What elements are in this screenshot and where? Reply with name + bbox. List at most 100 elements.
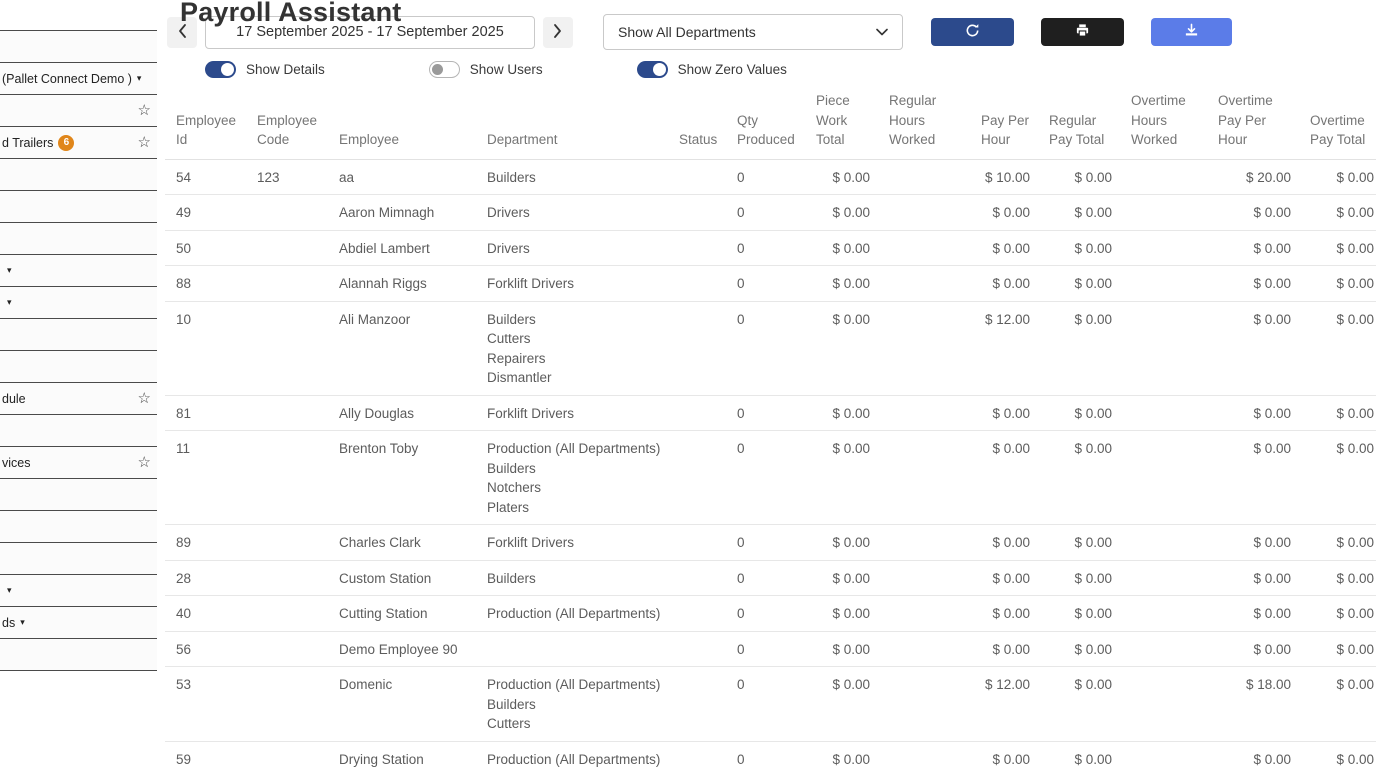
favorite-star-icon[interactable]: ☆ xyxy=(138,135,151,150)
sidebar-item[interactable] xyxy=(0,479,157,511)
cell-qty-produced: 0 xyxy=(726,159,805,195)
cell-qty-produced: 0 xyxy=(726,741,805,769)
sidebar-item[interactable] xyxy=(0,543,157,575)
sidebar-item[interactable]: ds ▾ xyxy=(0,607,157,639)
next-date-button[interactable] xyxy=(543,16,573,48)
cell-employee-id: 59 xyxy=(165,741,246,769)
refresh-icon xyxy=(965,23,980,41)
refresh-button[interactable] xyxy=(931,18,1014,46)
cell-employee-id: 81 xyxy=(165,395,246,431)
cell-regular-hours-worked xyxy=(878,301,970,396)
cell-regular-hours-worked xyxy=(878,741,970,769)
print-button[interactable] xyxy=(1041,18,1124,46)
cell-employee-code xyxy=(246,230,328,266)
cell-regular-hours-worked xyxy=(878,430,970,525)
cell-overtime-pay-per-hour: $ 0.00 xyxy=(1207,595,1299,632)
sidebar-item[interactable] xyxy=(0,191,157,223)
column-header-regular-hours-worked: Regular Hours Worked xyxy=(878,87,970,160)
toggle-label: Show Users xyxy=(469,61,543,77)
cell-regular-pay-total: $ 0.00 xyxy=(1038,666,1120,742)
cell-employee-code xyxy=(246,524,328,561)
cell-pay-per-hour: $ 0.00 xyxy=(970,230,1038,266)
caret-down-icon: ▾ xyxy=(7,265,12,275)
table-row: 11 Brenton Toby Production (All Department… xyxy=(165,430,1376,525)
table-row: 89 Charles Clark Forklift Drivers 0 $ 0.00 $ … xyxy=(165,524,1376,561)
sidebar-item[interactable] xyxy=(0,639,157,671)
department-select-value: Show All Departments xyxy=(618,24,756,40)
cell-departments: Drivers xyxy=(476,194,668,231)
cell-regular-hours-worked xyxy=(878,194,970,231)
cell-overtime-pay-total: $ 0.00 xyxy=(1299,265,1376,302)
cell-employee-id: 40 xyxy=(165,595,246,632)
sidebar-item[interactable]: ▾ xyxy=(0,287,157,319)
toggle-show-details[interactable]: Show Details xyxy=(205,60,325,78)
cell-departments: Forklift Drivers xyxy=(476,395,668,431)
cell-piece-work-total: $ 0.00 xyxy=(805,560,878,596)
cell-status xyxy=(668,395,726,431)
sidebar-item[interactable] xyxy=(0,223,157,255)
column-header-overtime-pay-total: Overtime Pay Total xyxy=(1299,87,1376,160)
department-line: Platers xyxy=(487,499,530,515)
sidebar-item[interactable] xyxy=(0,31,157,63)
cell-employee-code xyxy=(246,666,328,742)
cell-employee-code xyxy=(246,194,328,231)
sidebar-item[interactable]: (Pallet Connect Demo ) ▾ xyxy=(0,63,157,95)
department-line: Drivers xyxy=(487,240,530,256)
table-row: 28 Custom Station Builders 0 $ 0.00 $ 0.00 $ 0… xyxy=(165,560,1376,596)
cell-pay-per-hour: $ 0.00 xyxy=(970,560,1038,596)
department-line: Cutters xyxy=(487,716,531,731)
sidebar-item[interactable]: d Trailers 6 ☆ xyxy=(0,127,157,159)
cell-status xyxy=(668,595,726,632)
payroll-table: Employee Id Employee Code Employee Depar… xyxy=(165,87,1376,769)
cell-regular-pay-total: $ 0.00 xyxy=(1038,230,1120,266)
cell-overtime-hours-worked xyxy=(1120,301,1207,396)
toggle-show-zero-values[interactable]: Show Zero Values xyxy=(636,60,787,78)
cell-regular-pay-total: $ 0.00 xyxy=(1038,595,1120,632)
department-select[interactable]: Show All Departments xyxy=(603,14,903,50)
sidebar-item[interactable]: ▾ xyxy=(0,255,157,287)
cell-overtime-hours-worked xyxy=(1120,265,1207,302)
cell-pay-per-hour: $ 12.00 xyxy=(970,301,1038,396)
cell-overtime-pay-per-hour: $ 0.00 xyxy=(1207,524,1299,561)
cell-overtime-pay-per-hour: $ 0.00 xyxy=(1207,301,1299,396)
department-line: Forklift Drivers xyxy=(487,405,574,421)
toggle-show-users[interactable]: Show Users xyxy=(428,60,543,78)
cell-employee-name: Brenton Toby xyxy=(328,430,476,525)
sidebar-item[interactable]: ☆ xyxy=(0,95,157,127)
favorite-star-icon[interactable]: ☆ xyxy=(138,103,151,118)
cell-overtime-pay-total: $ 0.00 xyxy=(1299,159,1376,195)
sidebar-item[interactable]: vices ☆ xyxy=(0,447,157,479)
favorite-star-icon[interactable]: ☆ xyxy=(138,391,151,406)
cell-departments: Production (All Departments)Misc xyxy=(476,741,668,769)
cell-employee-id: 54 xyxy=(165,159,246,195)
sidebar-item[interactable]: dule ☆ xyxy=(0,383,157,415)
download-button[interactable] xyxy=(1151,18,1232,46)
toggle-switch[interactable] xyxy=(636,60,668,78)
cell-employee-name: Ally Douglas xyxy=(328,395,476,431)
cell-overtime-pay-per-hour: $ 0.00 xyxy=(1207,194,1299,231)
sidebar-item[interactable] xyxy=(0,415,157,447)
table-row: 81 Ally Douglas Forklift Drivers 0 $ 0.00 $ 0… xyxy=(165,395,1376,431)
cell-employee-id: 88 xyxy=(165,265,246,302)
department-line: Production (All Departments) xyxy=(487,677,661,692)
toggle-switch[interactable] xyxy=(205,60,236,78)
cell-regular-hours-worked xyxy=(878,159,970,195)
caret-down-icon: ▾ xyxy=(136,73,142,83)
sidebar-item[interactable]: ▾ xyxy=(0,575,157,607)
cell-employee-code: 123 xyxy=(246,159,328,195)
column-header-status: Status xyxy=(668,87,726,160)
favorite-star-icon[interactable]: ☆ xyxy=(138,455,151,470)
sidebar-item[interactable] xyxy=(0,351,157,383)
column-header-regular-pay-total: Regular Pay Total xyxy=(1038,87,1120,160)
toggle-row: Show Details Show Users Show Zero Values xyxy=(165,59,1376,79)
cell-qty-produced: 0 xyxy=(726,395,805,431)
sidebar-item[interactable] xyxy=(0,159,157,191)
cell-status xyxy=(668,159,726,195)
cell-employee-id: 56 xyxy=(165,631,246,667)
sidebar-item[interactable] xyxy=(0,511,157,543)
cell-employee-name: Custom Station xyxy=(328,560,476,596)
cell-overtime-hours-worked xyxy=(1120,560,1207,596)
sidebar-item[interactable] xyxy=(0,319,157,351)
toggle-switch[interactable] xyxy=(428,60,460,78)
table-row: 54 123 aa Builders 0 $ 0.00 $ 10.00 $ 0.00 $ 20.… xyxy=(165,159,1376,195)
